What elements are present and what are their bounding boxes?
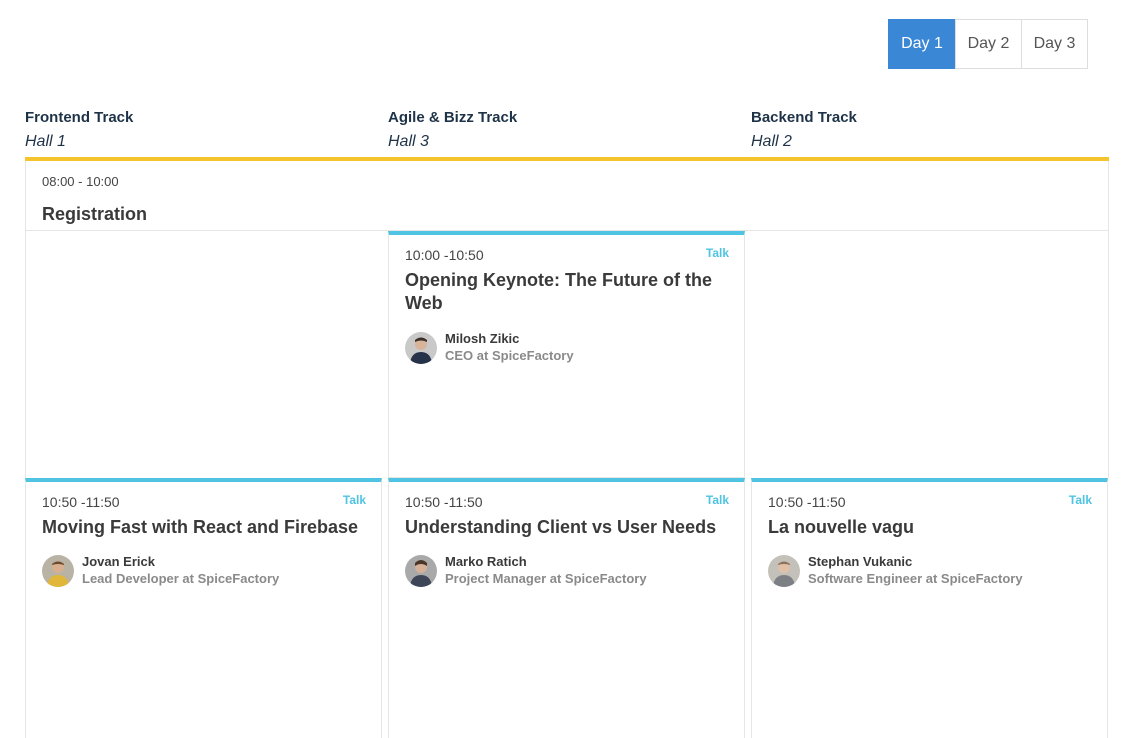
registration-time: 08:00 - 10:00 — [42, 174, 119, 189]
session-card-keynote[interactable]: 10:00 -10:50 Talk Opening Keynote: The F… — [388, 231, 745, 478]
session-type-badge: Talk — [1068, 493, 1092, 507]
speaker-avatar — [405, 554, 437, 587]
speaker[interactable]: Stephan Vukanic Software Engineer at Spi… — [768, 554, 1023, 587]
speaker-role: Software Engineer at SpiceFactory — [808, 571, 1023, 586]
session-time: 10:50 -11:50 — [42, 494, 120, 510]
session-card-backend[interactable]: 10:50 -11:50 Talk La nouvelle vagu Steph… — [751, 478, 1108, 738]
track-name: Frontend Track — [25, 109, 134, 126]
session-title[interactable]: Opening Keynote: The Future of the Web — [405, 269, 730, 315]
track-header-frontend: Frontend Track Hall 1 — [25, 109, 382, 151]
session-time: 10:50 -11:50 — [405, 494, 483, 510]
track-hall: Hall 2 — [751, 133, 792, 150]
speaker[interactable]: Milosh Zikic CEO at SpiceFactory — [405, 331, 574, 364]
track-name: Agile & Bizz Track — [388, 109, 518, 126]
track-hall: Hall 1 — [25, 133, 66, 150]
registration-title: Registration — [42, 204, 148, 224]
session-time: 10:00 -10:50 — [405, 247, 484, 263]
session-type-badge: Talk — [342, 493, 366, 507]
tab-day-2[interactable]: Day 2 — [955, 19, 1022, 69]
session-title[interactable]: Understanding Client vs User Needs — [405, 516, 730, 539]
speaker-avatar — [768, 554, 800, 587]
session-type-badge: Talk — [705, 493, 729, 507]
track-header-agile: Agile & Bizz Track Hall 3 — [388, 109, 745, 151]
column-border — [1108, 231, 1109, 478]
track-name: Backend Track — [751, 109, 857, 126]
session-type-badge: Talk — [705, 246, 729, 260]
session-card-frontend[interactable]: 10:50 -11:50 Talk Moving Fast with React… — [25, 478, 382, 738]
speaker-name: Stephan Vukanic — [808, 554, 913, 569]
speaker-name: Milosh Zikic — [445, 331, 520, 346]
speaker[interactable]: Marko Ratich Project Manager at SpiceFac… — [405, 554, 647, 587]
session-time: 10:50 -11:50 — [768, 494, 846, 510]
speaker-avatar — [405, 331, 437, 364]
speaker-name: Marko Ratich — [445, 554, 527, 569]
track-header-backend: Backend Track Hall 2 — [751, 109, 1108, 151]
speaker-avatar — [42, 554, 74, 587]
session-title[interactable]: La nouvelle vagu — [768, 516, 1093, 539]
track-hall: Hall 3 — [388, 133, 429, 150]
session-card-agile[interactable]: 10:50 -11:50 Talk Understanding Client v… — [388, 478, 745, 738]
column-border — [25, 231, 26, 478]
registration-slot[interactable]: 08:00 - 10:00 Registration — [25, 161, 1109, 231]
speaker-role: Project Manager at SpiceFactory — [445, 571, 647, 586]
speaker-role: Lead Developer at SpiceFactory — [82, 571, 280, 586]
session-title[interactable]: Moving Fast with React and Firebase — [42, 516, 367, 539]
tab-day-1[interactable]: Day 1 — [888, 19, 956, 69]
tab-day-3[interactable]: Day 3 — [1021, 19, 1088, 69]
speaker-role: CEO at SpiceFactory — [445, 348, 574, 363]
speaker[interactable]: Jovan Erick Lead Developer at SpiceFacto… — [42, 554, 279, 587]
day-tabs: Day 1 Day 2 Day 3 — [888, 19, 1088, 69]
speaker-name: Jovan Erick — [82, 554, 155, 569]
